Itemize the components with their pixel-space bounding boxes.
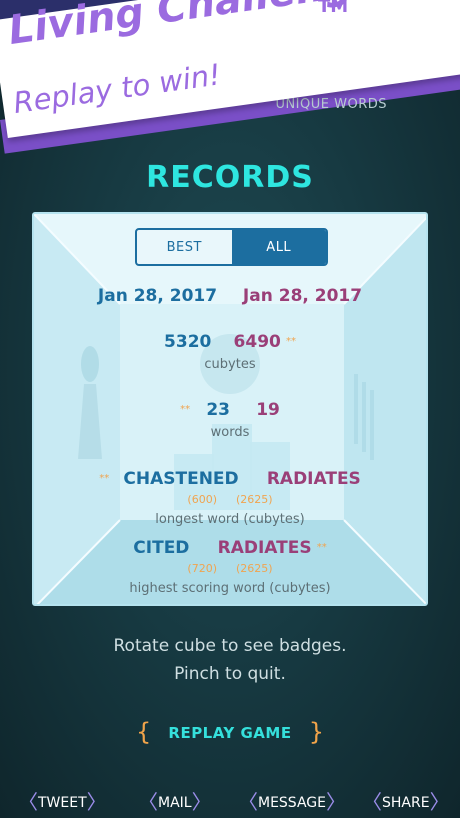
right-brace-icon: } — [308, 718, 324, 746]
replay-game-label: REPLAY GAME — [168, 724, 292, 742]
player-highest-word: CITED — [133, 538, 190, 558]
opponent-words: 19 — [256, 400, 280, 420]
instructions: Rotate cube to see badges. Pinch to quit… — [0, 632, 460, 688]
pinch-hint: Pinch to quit. — [174, 664, 286, 684]
cubytes-label: cubytes — [204, 357, 256, 372]
longest-scores-row: (600) (2625) — [34, 493, 426, 506]
words-row: ** 23 19 — [34, 400, 426, 420]
share-bar: 〈TWEET〉 〈MAIL〉 〈MESSAGE〉 〈SHARE〉 — [0, 786, 460, 814]
records-cube[interactable]: BEST ALL Jan 28, 2017 Jan 28, 2017 5320 … — [32, 212, 428, 606]
rotate-hint: Rotate cube to see badges. — [113, 636, 347, 656]
tab-all[interactable]: ALL — [231, 230, 326, 264]
opponent-date: Jan 28, 2017 — [242, 286, 363, 306]
player-highest-score: (720) — [187, 562, 217, 575]
opponent-highest-word: RADIATES — [217, 538, 312, 558]
left-angle-icon: 〈 — [138, 790, 158, 814]
highest-scores-row: (720) (2625) — [34, 562, 426, 575]
mail-label: MAIL — [158, 795, 192, 811]
replay-game-button[interactable]: { REPLAY GAME } — [0, 718, 460, 746]
longest-word-label: longest word (cubytes) — [155, 512, 305, 527]
opponent-longest-score: (2625) — [236, 493, 273, 506]
tab-best[interactable]: BEST — [137, 230, 232, 264]
tweet-button[interactable]: 〈TWEET〉 — [18, 786, 107, 815]
highest-word-label: highest scoring word (cubytes) — [129, 581, 331, 596]
words-label: words — [210, 425, 250, 440]
opponent-highest-score: (2625) — [236, 562, 273, 575]
player-words: 23 — [206, 400, 230, 420]
share-label: SHARE — [382, 795, 430, 811]
record-dates-row: Jan 28, 2017 Jan 28, 2017 — [34, 286, 426, 306]
mail-button[interactable]: 〈MAIL〉 — [138, 786, 212, 815]
message-button[interactable]: 〈MESSAGE〉 — [238, 786, 346, 815]
player-date: Jan 28, 2017 — [97, 286, 218, 306]
left-angle-icon: 〈 — [18, 790, 38, 814]
highest-best-marker: ** — [316, 542, 327, 553]
player-longest-score: (600) — [187, 493, 217, 506]
share-button[interactable]: 〈SHARE〉 — [362, 786, 450, 815]
right-angle-icon: 〉 — [86, 790, 107, 814]
message-label: MESSAGE — [258, 795, 326, 811]
cubytes-row: 5320 6490 ** — [34, 332, 426, 352]
player-longest-word: CHASTENED — [123, 469, 239, 489]
unique-words-label: UNIQUE WORDS — [275, 97, 387, 112]
records-title: RECORDS — [146, 160, 314, 195]
player-cubytes: 5320 — [164, 332, 212, 352]
opponent-longest-word: RADIATES — [266, 469, 361, 489]
right-angle-icon: 〉 — [325, 790, 346, 814]
promo-trademark: TM — [318, 0, 349, 17]
words-best-marker: ** — [180, 404, 191, 415]
left-angle-icon: 〈 — [238, 790, 258, 814]
longest-best-marker: ** — [99, 473, 110, 484]
longest-word-row: ** CHASTENED RADIATES — [34, 469, 426, 489]
opponent-cubytes: 6490 — [233, 332, 281, 352]
tweet-label: TWEET — [38, 795, 87, 811]
left-angle-icon: 〈 — [362, 790, 382, 814]
records-filter-toggle[interactable]: BEST ALL — [135, 228, 328, 266]
cubytes-best-marker: ** — [285, 336, 296, 347]
right-angle-icon: 〉 — [191, 790, 212, 814]
left-brace-icon: { — [136, 718, 152, 746]
right-angle-icon: 〉 — [429, 790, 450, 814]
highest-word-row: CITED RADIATES ** — [34, 538, 426, 558]
